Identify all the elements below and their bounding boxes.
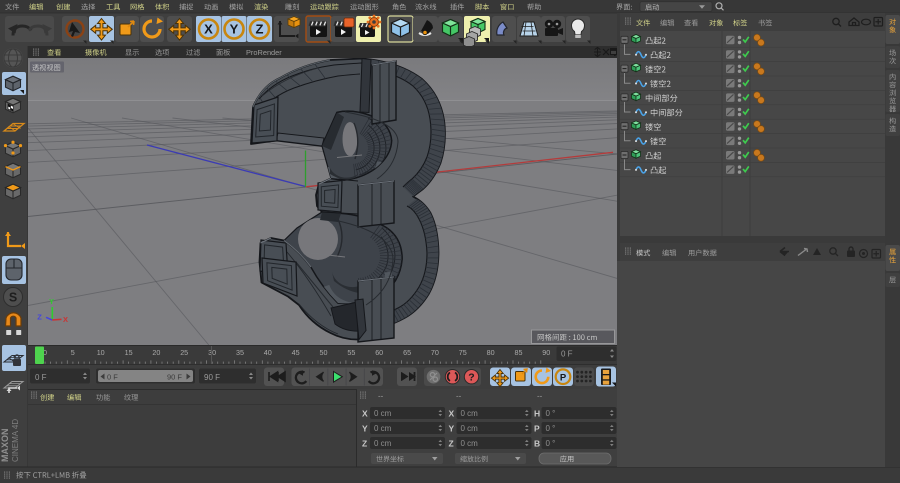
svg-text:20: 20 (152, 348, 160, 357)
svg-text:--: -- (537, 392, 543, 401)
svg-text:X: X (204, 22, 213, 37)
svg-text:B: B (534, 439, 540, 449)
svg-text:60: 60 (375, 348, 383, 357)
svg-text:75: 75 (459, 348, 467, 357)
svg-text:H: H (534, 409, 540, 419)
svg-text:90: 90 (542, 348, 550, 357)
svg-text:55: 55 (347, 348, 355, 357)
svg-text:0 F: 0 F (107, 373, 118, 382)
svg-text:85: 85 (515, 348, 523, 357)
svg-text:X: X (449, 409, 455, 419)
svg-text:15: 15 (125, 348, 133, 357)
svg-text:65: 65 (403, 348, 411, 357)
svg-text:Z: Z (362, 439, 367, 449)
svg-text:Y: Y (362, 424, 368, 434)
svg-text:Z: Z (256, 22, 264, 37)
svg-text:0 cm: 0 cm (374, 439, 392, 448)
svg-text:MAXON: MAXON (0, 429, 10, 463)
svg-text:X: X (362, 409, 368, 419)
svg-text:Z: Z (449, 439, 454, 449)
svg-text:ProRender: ProRender (246, 48, 282, 57)
svg-text:10: 10 (97, 348, 105, 357)
svg-text:CINEMA 4D: CINEMA 4D (11, 419, 20, 462)
svg-text:0 F: 0 F (561, 350, 573, 359)
svg-text:P: P (560, 373, 567, 384)
svg-text:45: 45 (292, 348, 300, 357)
svg-text:90 F: 90 F (167, 373, 182, 382)
svg-text:50: 50 (320, 348, 328, 357)
svg-text:Y: Y (49, 297, 54, 306)
svg-text:0 cm: 0 cm (461, 424, 479, 433)
svg-text:?: ? (468, 372, 474, 384)
svg-text:40: 40 (264, 348, 272, 357)
svg-text:80: 80 (487, 348, 495, 357)
svg-text:P: P (534, 424, 540, 434)
svg-text:0 °: 0 ° (546, 439, 556, 448)
svg-text:0 cm: 0 cm (461, 439, 479, 448)
svg-text:0 cm: 0 cm (374, 424, 392, 433)
svg-text:0 cm: 0 cm (461, 409, 479, 418)
svg-text:5: 5 (71, 348, 75, 357)
svg-text:S: S (9, 291, 17, 305)
svg-text:0 F: 0 F (35, 373, 47, 382)
svg-text:25: 25 (180, 348, 188, 357)
svg-text:X: X (63, 315, 68, 324)
svg-text:70: 70 (431, 348, 439, 357)
svg-text:Y: Y (449, 424, 455, 434)
svg-text:--: -- (378, 392, 384, 401)
svg-text:Y: Y (230, 22, 239, 37)
svg-text:--: -- (456, 392, 462, 401)
svg-text:30: 30 (208, 348, 216, 357)
svg-text:35: 35 (236, 348, 244, 357)
svg-text:0 °: 0 ° (546, 409, 556, 418)
svg-text:90 F: 90 F (204, 373, 220, 382)
svg-text:0 °: 0 ° (546, 424, 556, 433)
svg-text:Z: Z (37, 313, 42, 322)
svg-text:0 cm: 0 cm (374, 409, 392, 418)
